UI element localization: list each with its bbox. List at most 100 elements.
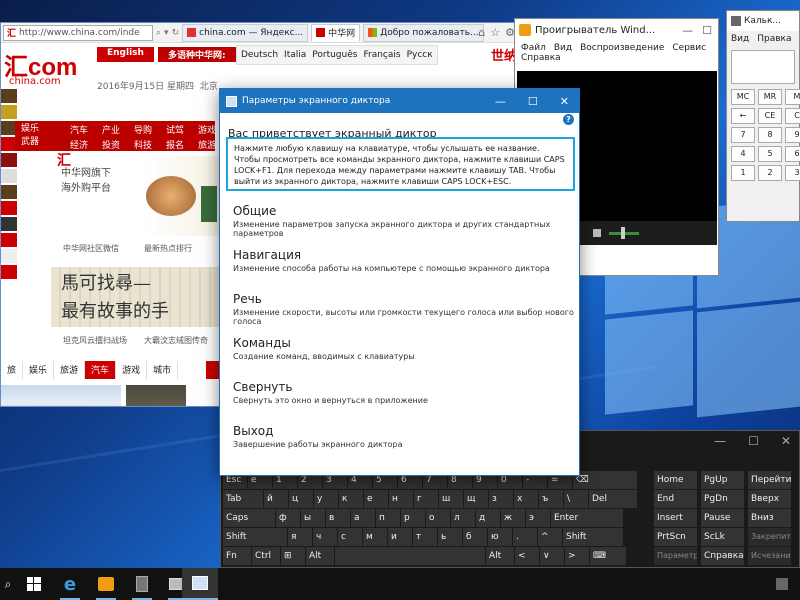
minimize-icon[interactable]: — (495, 95, 506, 108)
key[interactable]: с (338, 528, 362, 546)
caption-link[interactable]: 中华网社区微信 (63, 243, 119, 254)
narrator-option-general[interactable]: Общие Изменение параметров запуска экран… (233, 204, 579, 238)
key-down[interactable]: Вниз (748, 509, 791, 527)
key[interactable]: я (288, 528, 312, 546)
key[interactable]: р (401, 509, 425, 527)
windows-key[interactable]: ⊞ (281, 547, 305, 565)
calc-key[interactable]: CE (758, 108, 782, 124)
key-fade[interactable]: Исчезание (748, 547, 791, 565)
menu-item-help[interactable]: Справка (521, 53, 561, 63)
lang-link[interactable]: Pусск (407, 50, 433, 60)
favorites-icon[interactable]: ☆ (490, 26, 500, 39)
down-arrow-key[interactable]: ∨ (540, 547, 564, 565)
category-link[interactable]: 游戏 (116, 361, 148, 379)
start-button[interactable] (16, 568, 52, 600)
calc-key[interactable]: 6 (785, 146, 800, 162)
lang-link[interactable]: Italia (284, 50, 306, 60)
key[interactable]: е (364, 490, 388, 508)
delete-key[interactable]: Del (589, 490, 637, 508)
browser-tab[interactable]: Добро пожаловать... (363, 23, 484, 42)
category-link-active[interactable]: 汽车 (85, 361, 117, 379)
menu-item-play[interactable]: Воспроизведение (580, 43, 664, 53)
key[interactable]: ц (289, 490, 313, 508)
key-options[interactable]: Параметры (654, 547, 697, 565)
calc-key[interactable]: 4 (731, 146, 755, 162)
key[interactable]: з (489, 490, 513, 508)
caption-link[interactable]: 大霸汶志绒图传奇 (144, 335, 208, 346)
key[interactable]: э (526, 509, 550, 527)
refresh-icon[interactable]: ↻ (172, 28, 180, 38)
lang-link[interactable]: Deutsch (241, 50, 278, 60)
key[interactable]: г (414, 490, 438, 508)
close-icon[interactable]: ✕ (560, 95, 569, 108)
enter-key[interactable]: Enter (551, 509, 623, 527)
key[interactable]: \ (564, 490, 588, 508)
calc-key[interactable]: 1 (731, 165, 755, 181)
search-taskbar-button[interactable]: ⌕ (0, 568, 16, 600)
calculator-window[interactable]: Кальк... Вид Правка Сп MC MR M ← CE C 7 … (726, 10, 800, 222)
calc-key[interactable]: ← (731, 108, 755, 124)
alt-key[interactable]: Alt (486, 547, 514, 565)
key[interactable]: ю (488, 528, 512, 546)
menu-item-file[interactable]: Файл (521, 43, 546, 53)
calc-key[interactable]: 8 (758, 127, 782, 143)
key[interactable]: ь (438, 528, 462, 546)
key[interactable]: т (413, 528, 437, 546)
narrator-option-exit[interactable]: Выход Завершение работы экранного диктор… (233, 424, 403, 449)
lang-link[interactable]: Français (363, 50, 400, 60)
right-arrow-key[interactable]: > (565, 547, 589, 565)
key[interactable]: х (514, 490, 538, 508)
key[interactable]: ж (501, 509, 525, 527)
promo-banner[interactable]: 汇 中华网旗下 海外购平台 (51, 153, 223, 236)
nav-link[interactable]: 投资 (95, 138, 127, 151)
taskbar-tray[interactable] (764, 568, 800, 600)
calc-key[interactable]: MR (758, 89, 782, 105)
key[interactable]: и (388, 528, 412, 546)
news-photo[interactable] (126, 385, 186, 406)
up-arrow-key[interactable]: ^ (538, 528, 562, 546)
lang-english[interactable]: English (97, 47, 154, 62)
caption-link[interactable]: 坦克风云擂扫战场 (63, 335, 127, 346)
calc-key[interactable]: 7 (731, 127, 755, 143)
minimize-icon[interactable]: — (682, 24, 693, 37)
maximize-icon[interactable]: ☐ (528, 95, 538, 108)
key[interactable]: п (376, 509, 400, 527)
nav-link[interactable]: 产业 (95, 123, 127, 136)
search-icon[interactable]: ⌕ (156, 28, 161, 38)
menu-item-view[interactable]: Вид (554, 43, 572, 53)
nav-link[interactable]: 武器 (21, 136, 39, 149)
key-pgdn[interactable]: PgDn (701, 490, 744, 508)
ctrl-key[interactable]: Ctrl (252, 547, 280, 565)
narrator-settings-window[interactable]: Параметры экранного диктора — ☐ ✕ ? Вас … (219, 88, 580, 476)
narrator-option-speech[interactable]: Речь Изменение скорости, высоты или гром… (233, 292, 579, 326)
calc-key[interactable]: 3 (785, 165, 800, 181)
key[interactable]: к (339, 490, 363, 508)
key[interactable]: м (363, 528, 387, 546)
menu-item[interactable]: Вид (731, 34, 749, 44)
key-pgup[interactable]: PgUp (701, 471, 744, 489)
key[interactable]: й (264, 490, 288, 508)
calc-key[interactable]: C (785, 108, 800, 124)
maximize-icon[interactable]: ☐ (748, 434, 759, 448)
calc-key[interactable]: 5 (758, 146, 782, 162)
category-link[interactable]: 旅 (1, 361, 24, 379)
space-key[interactable] (335, 547, 485, 565)
help-icon[interactable]: ? (563, 114, 574, 125)
key[interactable]: Tab (223, 490, 263, 508)
category-link[interactable]: 城市 (147, 361, 179, 379)
lang-multi[interactable]: 多语种中华网: (157, 47, 236, 62)
speaker-icon[interactable] (593, 229, 601, 237)
lang-link[interactable]: Português (312, 50, 357, 60)
alt-key[interactable]: Alt (306, 547, 334, 565)
calc-key[interactable]: M (785, 89, 800, 105)
taskbar-calculator[interactable] (124, 568, 160, 600)
nav-link[interactable]: 导购 (127, 123, 159, 136)
taskbar-media-player[interactable] (88, 568, 124, 600)
key[interactable]: . (513, 528, 537, 546)
calc-key[interactable]: MC (731, 89, 755, 105)
key[interactable]: о (426, 509, 450, 527)
key[interactable]: а (351, 509, 375, 527)
minimize-icon[interactable]: — (714, 434, 726, 448)
key-insert[interactable]: Insert (654, 509, 697, 527)
fn-key[interactable]: Fn (223, 547, 251, 565)
